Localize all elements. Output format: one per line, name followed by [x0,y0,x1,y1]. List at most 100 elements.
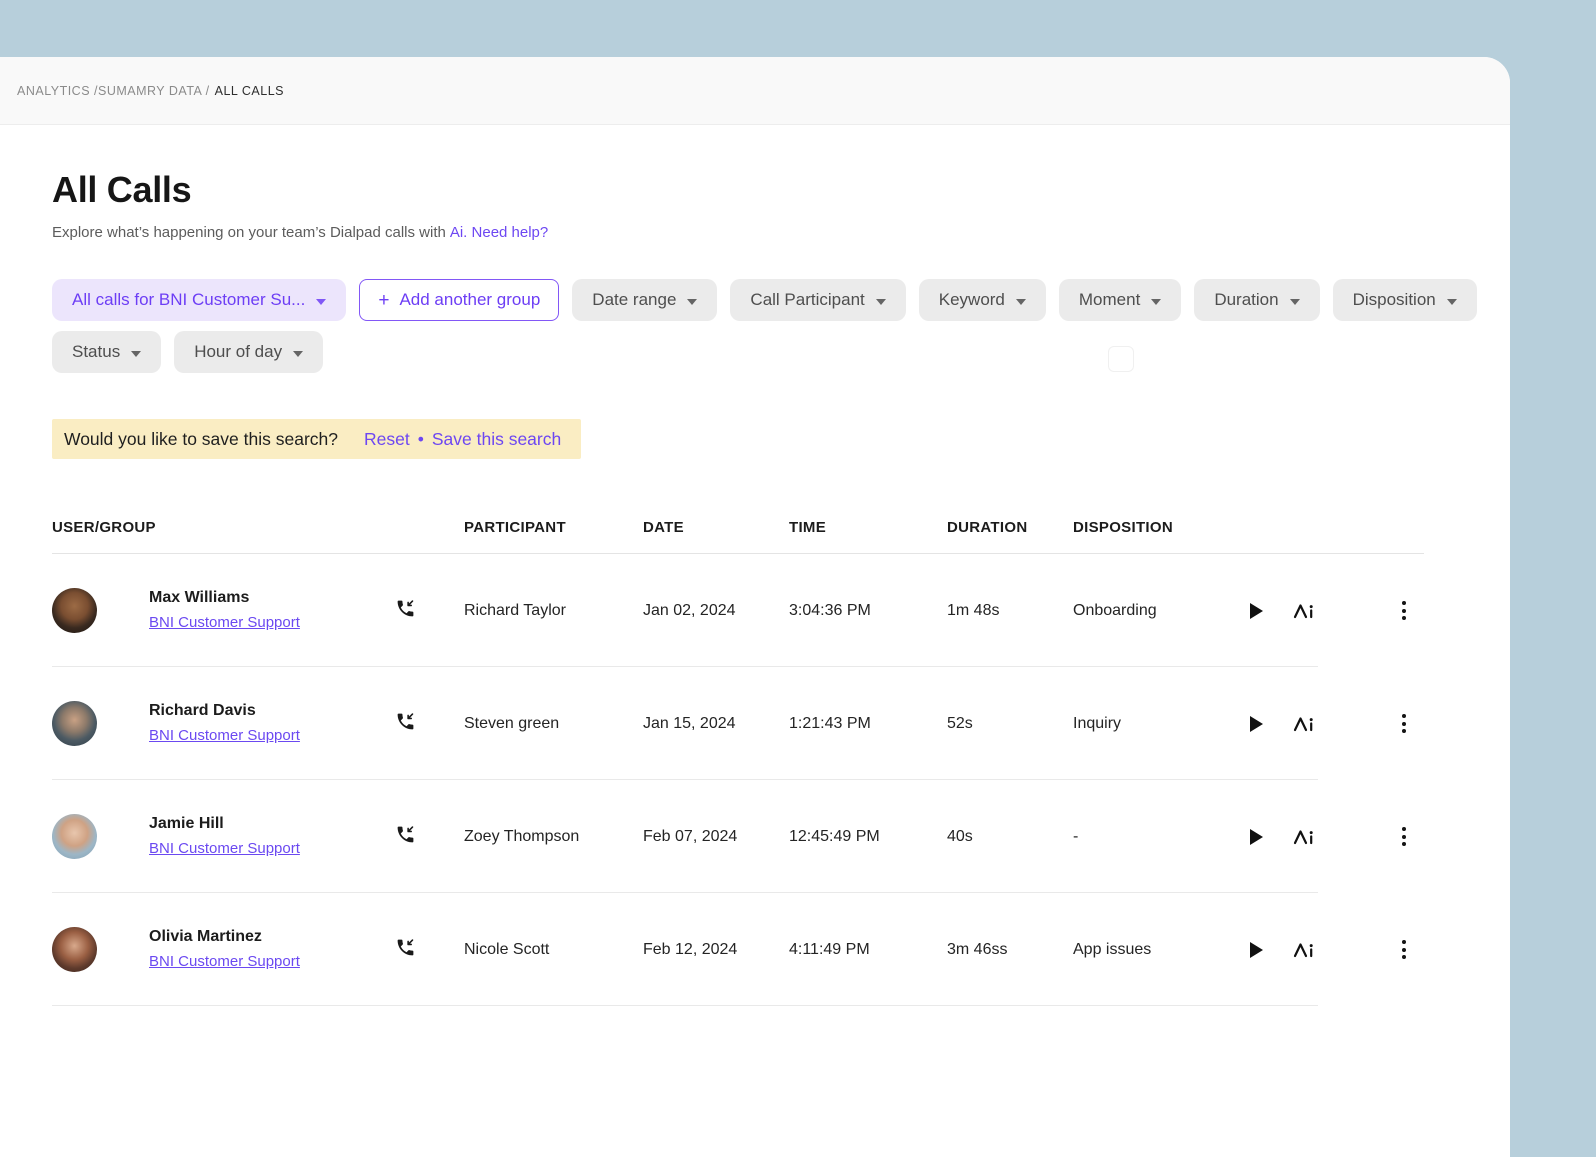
phone-incoming-icon [395,598,416,624]
row-menu-button[interactable] [1398,597,1410,624]
disposition-cell: Onboarding [1073,602,1232,620]
col-date: DATE [643,519,789,536]
page-subtitle: Explore what’s happening on your team’s … [52,224,1510,241]
participant-cell: Zoey Thompson [464,828,643,846]
disposition-cell: Inquiry [1073,715,1232,733]
breadcrumb-current: ALL CALLS [215,84,284,98]
phone-incoming-icon [395,711,416,737]
filter-dropdown-label: Hour of day [194,342,282,362]
group-filter-dropdown[interactable]: All calls for BNI Customer Su... [52,279,346,321]
caret-down-icon [316,299,326,305]
caret-down-icon [876,299,886,305]
time-cell: 3:04:36 PM [789,602,947,620]
ai-icon[interactable] [1292,714,1316,733]
group-link[interactable]: BNI Customer Support [149,614,300,631]
caret-down-icon [1151,299,1161,305]
user-name: Richard Davis [149,702,377,720]
table-row: Max Williams BNI Customer Support Rich [52,554,1424,667]
col-duration: DURATION [947,519,1073,536]
reset-link[interactable]: Reset [364,429,410,450]
caret-down-icon [687,299,697,305]
row-menu-button[interactable] [1398,936,1410,963]
user-group-cell: Richard Davis BNI Customer Support [97,702,377,745]
col-participant: PARTICIPANT [464,519,643,536]
date-cell: Jan 02, 2024 [643,602,789,620]
add-group-label: Add another group [399,290,540,310]
col-time: TIME [789,519,947,536]
participant-cell: Steven green [464,715,643,733]
row-menu-button[interactable] [1398,823,1410,850]
phone-incoming-icon [395,824,416,850]
filter-dropdown[interactable]: Disposition [1333,279,1477,321]
plus-icon: + [378,291,389,310]
duration-cell: 3m 46ss [947,941,1073,959]
table-row: Jamie Hill BNI Customer Support Zoey T [52,780,1424,893]
avatar [52,588,97,633]
col-disposition: DISPOSITION [1073,519,1424,536]
table-body: Max Williams BNI Customer Support Rich [52,554,1424,1006]
filter-dropdown[interactable]: Moment [1059,279,1181,321]
filter-dropdown-label: Call Participant [750,290,864,310]
date-cell: Feb 07, 2024 [643,828,789,846]
dot-separator: • [418,429,424,450]
ai-icon[interactable] [1292,940,1316,959]
filter-dropdown[interactable]: Call Participant [730,279,905,321]
table-row: Richard Davis BNI Customer Support Ste [52,667,1424,780]
participant-cell: Richard Taylor [464,602,643,620]
time-cell: 4:11:49 PM [789,941,947,959]
date-cell: Feb 12, 2024 [643,941,789,959]
filter-dropdown-label: Date range [592,290,676,310]
caret-down-icon [1016,299,1026,305]
save-search-banner: Would you like to save this search? Rese… [52,419,581,459]
calls-table: USER/GROUP PARTICIPANT DATE TIME DURATIO… [52,519,1424,1006]
save-search-question: Would you like to save this search? [64,429,338,450]
filter-dropdown[interactable]: Hour of day [174,331,323,373]
filter-dropdown[interactable]: Keyword [919,279,1046,321]
filter-dropdown[interactable]: Duration [1194,279,1319,321]
ai-icon[interactable] [1292,601,1316,620]
play-button[interactable] [1250,942,1263,958]
group-link[interactable]: BNI Customer Support [149,727,300,744]
disposition-cell: App issues [1073,941,1232,959]
table-header-row: USER/GROUP PARTICIPANT DATE TIME DURATIO… [52,519,1424,554]
user-group-cell: Olivia Martinez BNI Customer Support [97,928,377,971]
avatar [52,701,97,746]
table-row: Olivia Martinez BNI Customer Support N [52,893,1424,1006]
ai-icon[interactable] [1292,827,1316,846]
col-user-group: USER/GROUP [52,519,464,536]
filter-dropdown-label: Duration [1214,290,1278,310]
group-link[interactable]: BNI Customer Support [149,953,300,970]
caret-down-icon [293,351,303,357]
breadcrumb: ANALYTICS /SUMAMRY DATA / ALL CALLS [0,57,1510,125]
caret-down-icon [1447,299,1457,305]
filter-dropdown[interactable]: Status [52,331,161,373]
save-search-link[interactable]: Save this search [432,429,561,450]
breadcrumb-trail[interactable]: ANALYTICS /SUMAMRY DATA / [17,84,210,98]
user-group-cell: Max Williams BNI Customer Support [97,589,377,632]
caret-down-icon [131,351,141,357]
group-filter-label: All calls for BNI Customer Su... [72,290,305,310]
filter-dropdown[interactable]: Date range [572,279,717,321]
play-button[interactable] [1250,603,1263,619]
row-menu-button[interactable] [1398,710,1410,737]
filter-dropdown-label: Status [72,342,120,362]
user-name: Jamie Hill [149,815,377,833]
ai-help-link[interactable]: Ai. Need help? [450,224,548,241]
duration-cell: 52s [947,715,1073,733]
date-cell: Jan 15, 2024 [643,715,789,733]
filter-dropdown-label: Keyword [939,290,1005,310]
app-background: ANALYTICS /SUMAMRY DATA / ALL CALLS All … [0,0,1596,1037]
group-link[interactable]: BNI Customer Support [149,840,300,857]
main-panel: ANALYTICS /SUMAMRY DATA / ALL CALLS All … [0,57,1510,1157]
subtitle-text: Explore what’s happening on your team’s … [52,224,446,241]
duration-cell: 40s [947,828,1073,846]
play-button[interactable] [1250,716,1263,732]
avatar [52,814,97,859]
user-group-cell: Jamie Hill BNI Customer Support [97,815,377,858]
time-cell: 12:45:49 PM [789,828,947,846]
user-name: Max Williams [149,589,377,607]
filter-bar: All calls for BNI Customer Su... + Add a… [52,279,1490,373]
play-button[interactable] [1250,829,1263,845]
faint-checkbox [1108,346,1134,372]
add-group-button[interactable]: + Add another group [359,279,559,321]
